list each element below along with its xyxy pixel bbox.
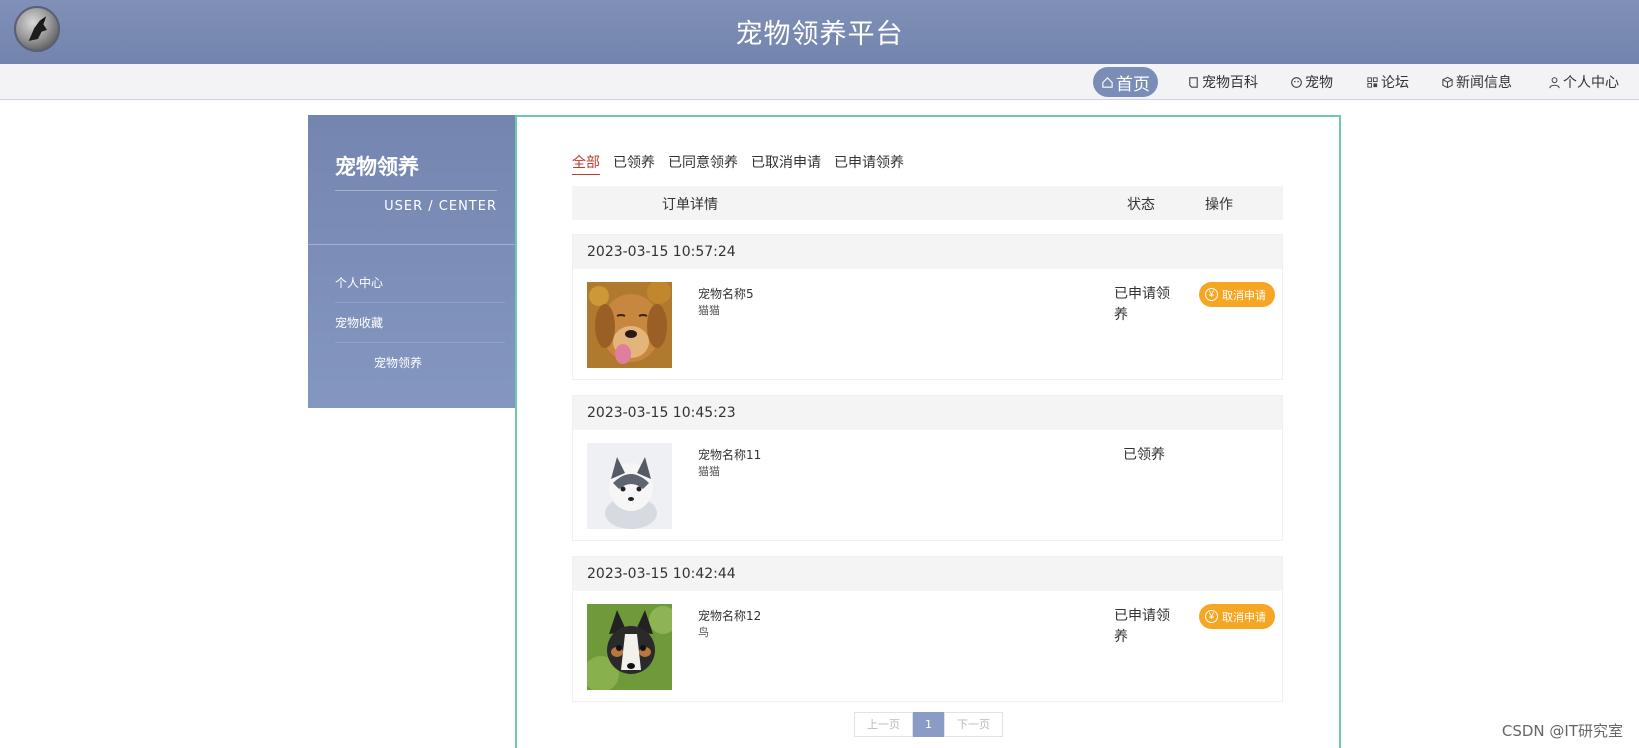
next-page-button[interactable]: 下一页 [944,712,1003,737]
book-icon [1189,76,1198,88]
watermark: CSDN @IT研究室 [1501,722,1623,740]
sidebar-title: 宠物领养 [335,155,419,179]
nav-home[interactable]: 首页 [1093,67,1158,97]
orders-panel: 全部 已领养 已同意领养 已取消申请 已申请领养 订单详情 状态 操作 2023… [515,115,1341,748]
order-status: 已领养 [1123,447,1165,463]
user-icon [1549,76,1560,88]
nav-user-center-label: 个人中心 [1563,75,1619,91]
order-status: 已申请领养 [1114,286,1170,323]
nav-pet-encyclopedia[interactable]: 宠物百科 [1187,67,1258,97]
cancel-application-label: 取消申请 [1222,611,1266,624]
pet-thumbnail[interactable] [587,282,672,368]
main-nav: 首页 宠物百科 宠物 论坛 新闻信息 个人中心 [0,64,1639,100]
cancel-application-label: 取消申请 [1222,289,1266,302]
cube-icon [1442,76,1453,88]
order-row: 2023-03-15 10:57:24 宠物名称5 猫猫 已申请领养 ¥ 取消申… [572,234,1283,380]
header-status: 状态 [1127,197,1155,213]
site-title: 宠物领养平台 [735,19,904,50]
sidebar-subtitle: USER / CENTER [335,190,497,214]
tab-all[interactable]: 全部 [572,152,600,175]
chihuahua-photo [587,604,672,690]
husky-puppy-photo [587,443,672,529]
yen-icon: ¥ [1205,288,1218,301]
user-sidebar: 宠物领养 USER / CENTER 个人中心 宠物收藏 宠物领养 [308,115,516,408]
order-time: 2023-03-15 10:45:23 [573,396,1282,430]
pet-type: 猫猫 [698,465,720,478]
nav-pets-label: 宠物 [1305,75,1333,91]
yen-icon: ¥ [1205,610,1218,623]
nav-forum[interactable]: 论坛 [1366,67,1409,97]
pet-thumbnail[interactable] [587,604,672,690]
nav-user-center[interactable]: 个人中心 [1548,67,1619,97]
sidebar-divider [308,244,516,245]
cancel-application-button[interactable]: ¥ 取消申请 [1199,604,1275,629]
nav-home-label: 首页 [1116,74,1150,95]
grid-icon [1367,76,1378,88]
prev-page-button[interactable]: 上一页 [854,712,913,737]
pet-type: 猫猫 [698,304,720,317]
order-time: 2023-03-15 10:42:44 [573,557,1282,591]
order-status: 已申请领养 [1114,608,1170,645]
pet-name: 宠物名称11 [698,448,762,462]
tab-applied[interactable]: 已申请领养 [834,152,904,175]
home-icon [1102,76,1113,88]
nav-news-label: 新闻信息 [1456,75,1512,91]
cancel-application-button[interactable]: ¥ 取消申请 [1199,282,1275,307]
tab-adopted[interactable]: 已领养 [613,152,655,175]
pagination: 上一页 1 下一页 [854,712,1003,737]
order-row: 2023-03-15 10:45:23 宠物名称11 猫猫 已领养 [572,395,1283,541]
sidebar-item-user-center[interactable]: 个人中心 [335,263,505,303]
current-page[interactable]: 1 [913,712,944,737]
tab-cancelled[interactable]: 已取消申请 [751,152,821,175]
sidebar-item-pet-favorites[interactable]: 宠物收藏 [335,303,505,343]
status-tabs: 全部 已领养 已同意领养 已取消申请 已申请领养 [572,152,904,175]
pet-thumbnail[interactable] [587,443,672,529]
order-time: 2023-03-15 10:57:24 [573,235,1282,269]
pet-type: 鸟 [698,626,709,639]
nav-pets[interactable]: 宠物 [1290,67,1333,97]
table-header: 订单详情 状态 操作 [572,186,1283,220]
nav-pet-encyclopedia-label: 宠物百科 [1202,75,1258,91]
pet-name: 宠物名称5 [698,287,754,301]
nav-forum-label: 论坛 [1381,75,1409,91]
order-row: 2023-03-15 10:42:44 宠物名称12 鸟 已申请领养 ¥ 取消申… [572,556,1283,702]
pet-icon [1291,76,1302,88]
tab-approved[interactable]: 已同意领养 [668,152,738,175]
header-order-detail: 订单详情 [662,197,718,213]
golden-dog-photo [587,282,672,368]
pet-name: 宠物名称12 [698,609,762,623]
top-header: 宠物领养平台 [0,0,1639,64]
header-action: 操作 [1205,197,1233,213]
sidebar-item-pet-adoption[interactable]: 宠物领养 [374,343,504,383]
nav-news[interactable]: 新闻信息 [1441,67,1512,97]
